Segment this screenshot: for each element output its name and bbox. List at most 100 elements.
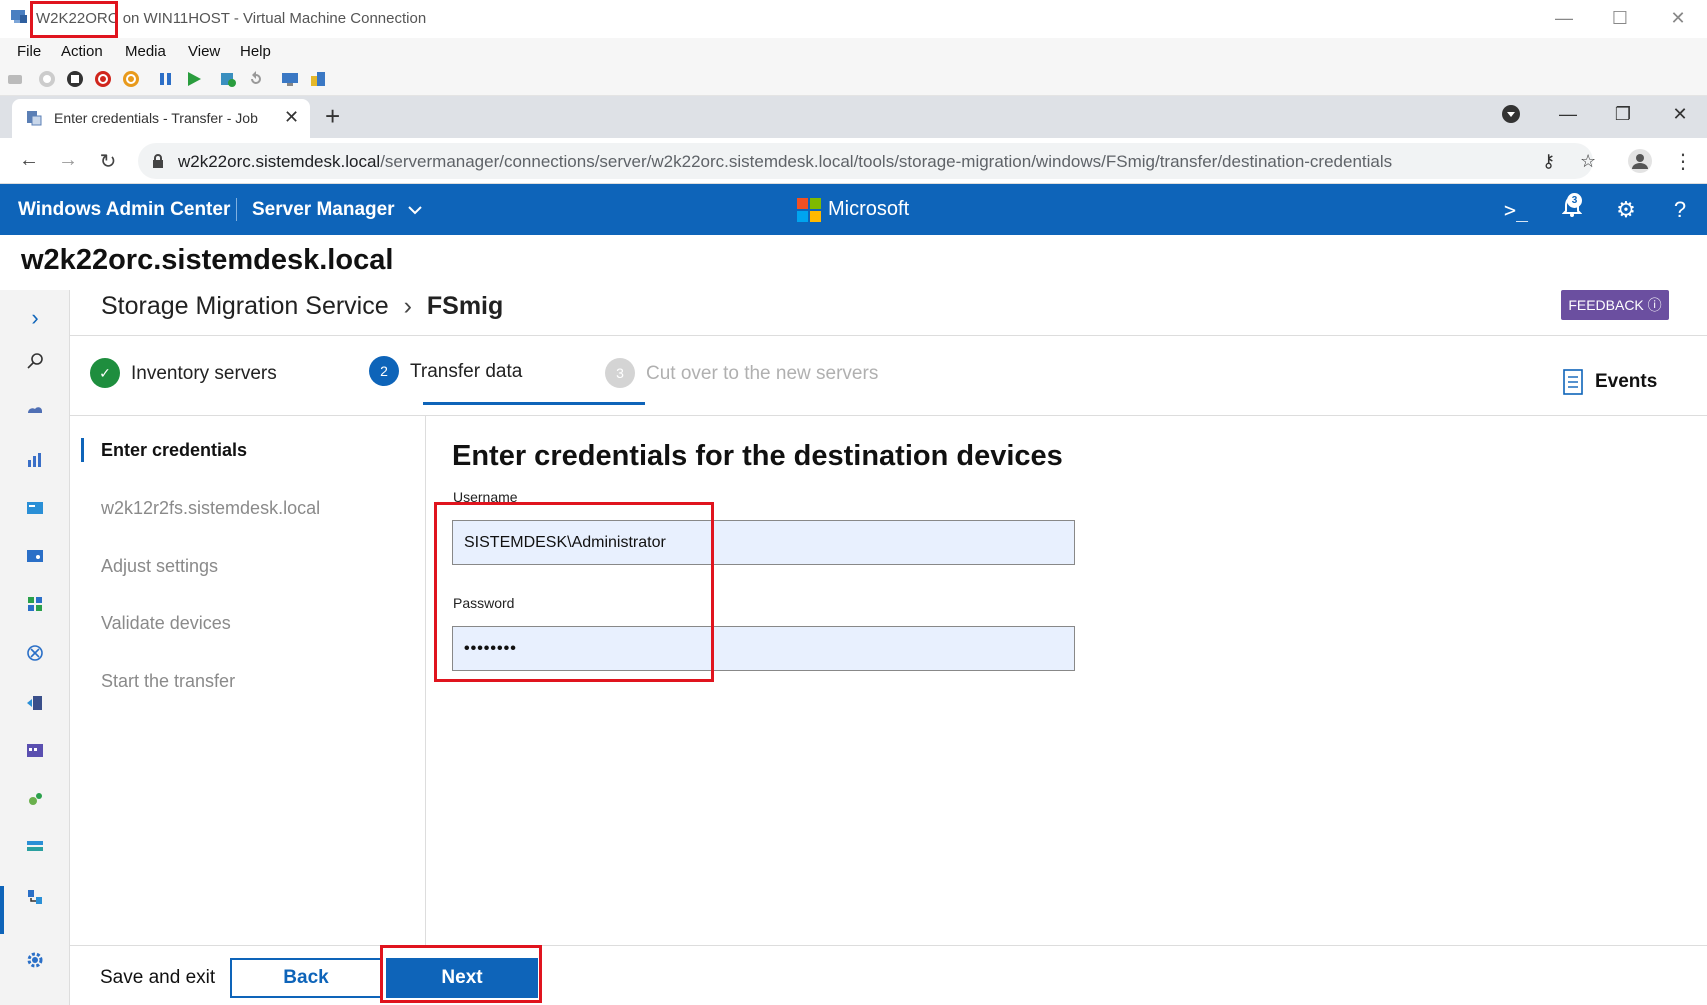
browser-minimize-button[interactable]: — [1553,104,1583,125]
menu-view[interactable]: View [188,43,220,60]
feedback-button[interactable]: FEEDBACK ⓘ [1561,290,1669,320]
pause-icon[interactable] [157,70,175,88]
chevron-down-icon [408,206,422,215]
subnav-item-start-transfer[interactable]: Start the transfer [101,671,235,692]
address-bar-row: ← → ↻ w2k22orc.sistemdesk.local/serverma… [0,138,1707,184]
form-title: Enter credentials for the destination de… [452,440,1063,472]
browser-tabstrip: Enter credentials - Transfer - Job ✕ + —… [0,96,1707,138]
subnav: Enter credentials w2k12r2fs.sistemdesk.l… [70,415,426,945]
breadcrumb-separator-icon: › [403,292,412,320]
browser-tab[interactable]: Enter credentials - Transfer - Job ✕ [12,99,310,138]
subnav-item-validate-devices[interactable]: Validate devices [101,613,231,634]
password-key-icon[interactable]: ⚷ [1542,151,1555,172]
help-icon[interactable]: ? [1666,196,1694,224]
server-name-heading: w2k22orc.sistemdesk.local [21,244,394,276]
storage-icon[interactable] [24,838,46,860]
subnav-item-adjust-settings[interactable]: Adjust settings [101,556,218,577]
tab-title: Enter credentials - Transfer - Job [54,110,258,126]
revert-icon[interactable] [247,70,265,88]
rail-active-indicator [0,886,4,934]
wizard-footer: Save and exit Back Next [70,945,1707,1005]
browser-menu-icon[interactable]: ⋮ [1670,149,1696,173]
network-icon[interactable] [24,644,46,666]
profile-avatar-icon[interactable] [1628,149,1652,173]
start-icon[interactable] [38,70,56,88]
annotation-highlight-credentials [434,502,714,682]
close-window-button[interactable]: ✕ [1665,6,1691,30]
step-number: 2 [369,356,399,386]
annotation-highlight-vm-name [30,1,118,38]
forward-nav-icon[interactable]: → [55,149,81,173]
settings-gear-icon[interactable]: ⚙ [1612,196,1640,224]
active-step-underline [423,402,645,405]
microsoft-label: Microsoft [828,198,910,220]
storage-migration-icon[interactable] [24,888,46,910]
menu-action[interactable]: Action [61,43,103,60]
apps-grid-icon[interactable] [24,596,46,618]
bookmark-star-icon[interactable]: ☆ [1580,151,1596,172]
wac-header: Windows Admin Center Server Manager Micr… [0,184,1707,235]
minimize-button[interactable]: — [1551,6,1577,30]
search-tools-icon[interactable] [24,352,46,374]
menu-help[interactable]: Help [240,43,271,60]
powershell-icon[interactable]: >_ [1502,196,1530,224]
save-and-exit-button[interactable]: Save and exit [100,967,215,989]
subnav-active-indicator [81,438,84,462]
tool-switcher[interactable]: Server Manager [252,199,422,221]
step-label: Inventory servers [131,363,277,384]
share-icon[interactable] [309,70,327,88]
notification-badge: 3 [1567,193,1582,208]
scheduled-tasks-icon[interactable] [24,742,46,764]
checkpoint-icon[interactable] [219,70,237,88]
wizard-steps: ✓ Inventory servers 2 Transfer data 3 Cu… [70,340,1707,415]
events-list-icon [1563,369,1583,395]
azure-hybrid-icon[interactable] [24,402,46,424]
browser-restore-button[interactable]: ❐ [1608,104,1638,125]
expand-chevron-icon[interactable]: › [24,307,46,329]
lock-icon [153,154,163,168]
url-text[interactable]: w2k22orc.sistemdesk.local/servermanager/… [178,152,1392,172]
url-host: w2k22orc.sistemdesk.local [178,152,381,171]
subnav-item-source-server[interactable]: w2k12r2fs.sistemdesk.local [101,498,320,519]
step-label: Cut over to the new servers [646,363,879,384]
divider [70,335,1707,336]
tab-search-icon[interactable] [1496,104,1526,129]
turn-off-icon[interactable] [66,70,84,88]
breadcrumb: Storage Migration Service › FSmig [101,292,503,321]
performance-chart-icon[interactable] [24,450,46,472]
wac-favicon [27,111,42,126]
step-complete-check-icon: ✓ [90,358,120,388]
header-divider [236,198,237,221]
console-icon[interactable] [24,500,46,522]
wac-brand[interactable]: Windows Admin Center [18,199,230,221]
browser-close-button[interactable]: ✕ [1665,104,1695,125]
back-nav-icon[interactable]: ← [16,149,42,173]
services-gears-icon[interactable] [24,790,46,812]
menu-file[interactable]: File [17,43,41,60]
close-tab-icon[interactable]: ✕ [284,107,299,128]
play-icon[interactable] [185,70,203,88]
breadcrumb-parent[interactable]: Storage Migration Service [101,292,389,320]
vm-toolbar [0,64,1707,96]
maximize-button[interactable]: ☐ [1607,6,1633,30]
breadcrumb-current: FSmig [426,292,504,320]
enhanced-session-icon[interactable] [281,70,299,88]
step-label: Transfer data [410,361,523,382]
rail-settings-icon[interactable] [24,950,46,972]
devices-icon[interactable] [24,548,46,570]
shutdown-icon[interactable] [94,70,112,88]
step-number: 3 [605,358,635,388]
vm-menubar: File Action Media View Help [0,38,1707,64]
new-tab-icon[interactable]: + [325,101,340,132]
microsoft-logo [797,198,821,222]
vm-titlebar: W2K22ORC on WIN11HOST - Virtual Machine … [0,0,1707,37]
storage-replica-icon[interactable] [24,694,46,716]
back-button[interactable]: Back [230,958,382,998]
reload-icon[interactable]: ↻ [95,149,121,173]
menu-media[interactable]: Media [125,43,166,60]
ctrl-alt-del-icon[interactable] [6,70,24,88]
vm-connection-icon [11,10,27,23]
save-state-icon[interactable] [122,70,140,88]
subnav-item-enter-credentials[interactable]: Enter credentials [101,440,247,461]
omnibox[interactable]: w2k22orc.sistemdesk.local/servermanager/… [138,143,1596,179]
